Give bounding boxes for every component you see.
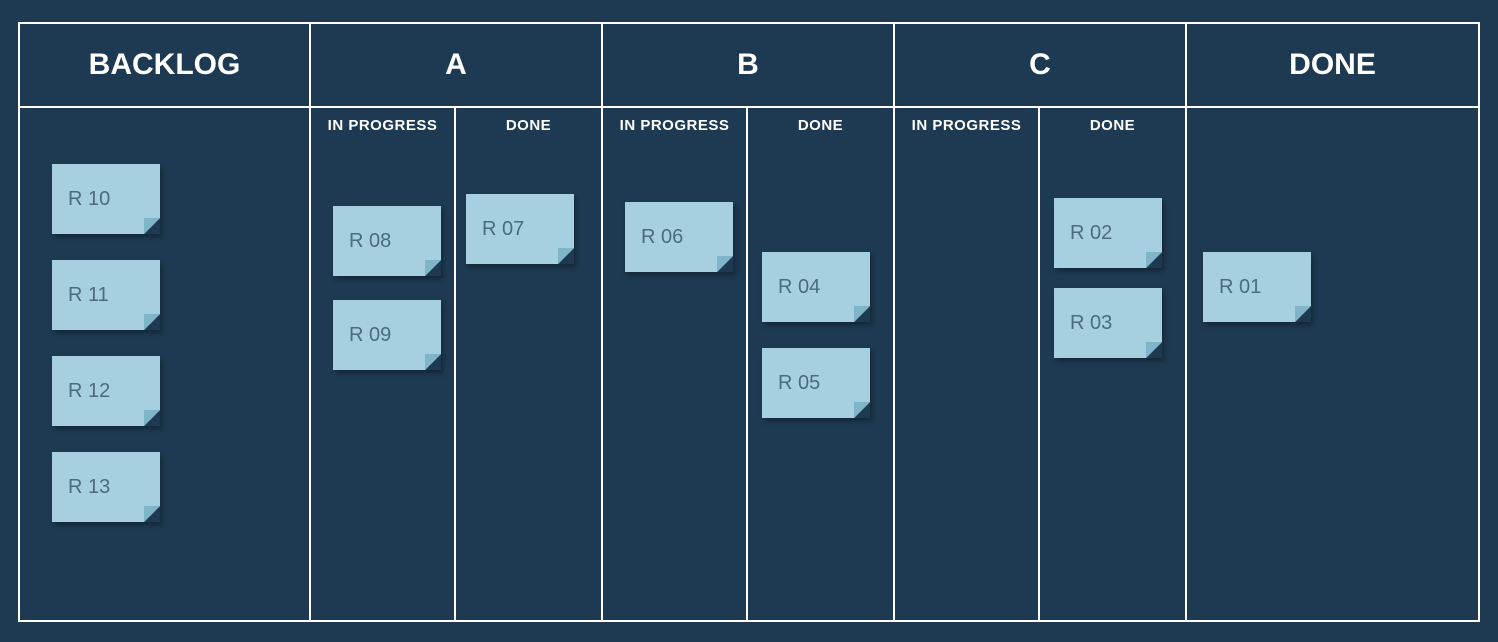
card-list-a-in-progress: R 08 R 09: [311, 142, 454, 370]
column-body-backlog: R 10 R 11 R 12 R 13: [20, 108, 309, 620]
card[interactable]: R 12: [52, 356, 160, 426]
card[interactable]: R 01: [1203, 252, 1311, 322]
card[interactable]: R 02: [1054, 198, 1162, 268]
column-body-b: IN PROGRESS R 06 DONE R 04 R 05: [603, 108, 893, 620]
card-list-done: R 01: [1187, 108, 1478, 322]
card[interactable]: R 06: [625, 202, 733, 272]
card[interactable]: R 10: [52, 164, 160, 234]
card[interactable]: R 08: [333, 206, 441, 276]
card[interactable]: R 07: [466, 194, 574, 264]
column-a: A IN PROGRESS R 08 R 09 DONE R 07: [311, 24, 603, 620]
column-header-b: B: [603, 24, 893, 108]
subcolumn-c-done: DONE R 02 R 03: [1040, 108, 1185, 620]
card[interactable]: R 03: [1054, 288, 1162, 358]
card-list-b-done: R 04 R 05: [748, 142, 893, 418]
subcolumn-c-in-progress: IN PROGRESS: [895, 108, 1040, 620]
column-header-c: C: [895, 24, 1185, 108]
card[interactable]: R 04: [762, 252, 870, 322]
card-list-c-in-progress: [895, 142, 1038, 150]
column-c: C IN PROGRESS DONE R 02 R 03: [895, 24, 1187, 620]
subcolumn-b-done: DONE R 04 R 05: [748, 108, 893, 620]
column-body-c: IN PROGRESS DONE R 02 R 03: [895, 108, 1185, 620]
subcolumn-header: DONE: [748, 108, 893, 142]
column-header-backlog: BACKLOG: [20, 24, 309, 108]
column-b: B IN PROGRESS R 06 DONE R 04 R 05: [603, 24, 895, 620]
subcolumn-header: DONE: [1040, 108, 1185, 142]
column-header-a: A: [311, 24, 601, 108]
card-list-backlog: R 10 R 11 R 12 R 13: [20, 108, 309, 522]
card[interactable]: R 13: [52, 452, 160, 522]
column-header-done: DONE: [1187, 24, 1478, 108]
card[interactable]: R 11: [52, 260, 160, 330]
card-list-c-done: R 02 R 03: [1040, 142, 1185, 358]
column-body-a: IN PROGRESS R 08 R 09 DONE R 07: [311, 108, 601, 620]
column-done: DONE R 01: [1187, 24, 1478, 620]
subcolumn-header: IN PROGRESS: [603, 108, 746, 142]
column-body-done: R 01: [1187, 108, 1478, 620]
card-list-a-done: R 07: [456, 142, 601, 264]
subcolumn-a-done: DONE R 07: [456, 108, 601, 620]
subcolumn-header: IN PROGRESS: [895, 108, 1038, 142]
card[interactable]: R 09: [333, 300, 441, 370]
kanban-board: BACKLOG R 10 R 11 R 12 R 13 A IN PROGRES…: [18, 22, 1480, 622]
subcolumn-header: IN PROGRESS: [311, 108, 454, 142]
subcolumn-a-in-progress: IN PROGRESS R 08 R 09: [311, 108, 456, 620]
column-backlog: BACKLOG R 10 R 11 R 12 R 13: [20, 24, 311, 620]
subcolumn-b-in-progress: IN PROGRESS R 06: [603, 108, 748, 620]
subcolumn-header: DONE: [456, 108, 601, 142]
card[interactable]: R 05: [762, 348, 870, 418]
card-list-b-in-progress: R 06: [603, 142, 746, 272]
